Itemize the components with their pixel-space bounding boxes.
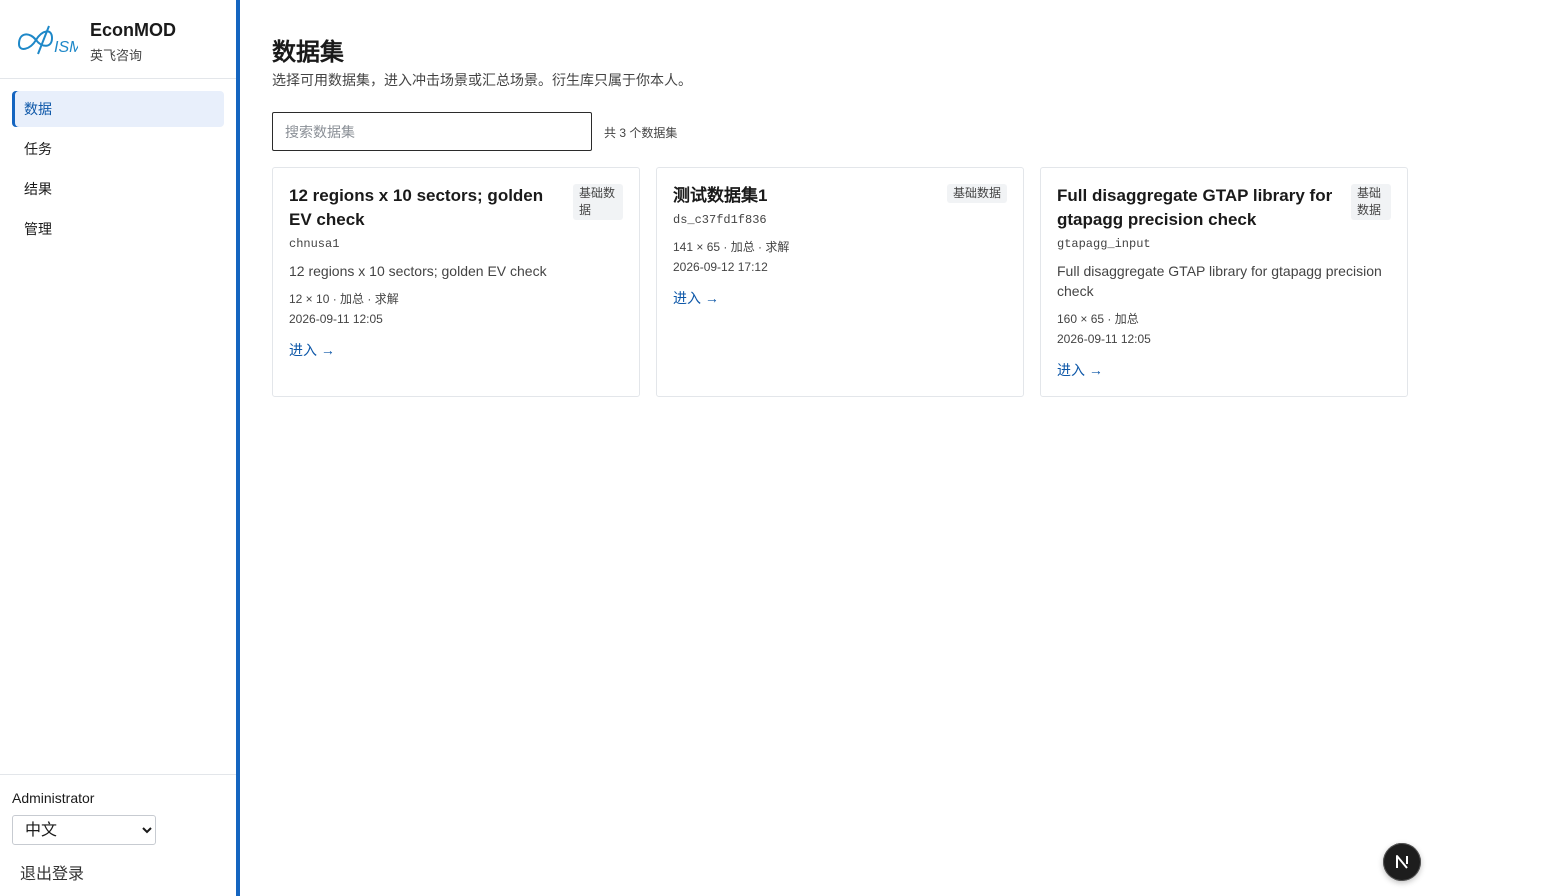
sidebar: ISM EconMOD 英飞咨询 数据 任务 结果 管理 Administrat… [0,0,236,896]
dataset-meta: 141 × 65 · 加总 · 求解 [673,240,790,254]
dataset-date: 2026-09-11 12:05 [1057,332,1151,346]
sidebar-item-data[interactable]: 数据 [12,91,224,127]
app-root: ISM EconMOD 英飞咨询 数据 任务 结果 管理 Administrat… [0,0,1560,896]
dataset-type-badge: 基础数据 [573,184,623,220]
sidebar-item-admin[interactable]: 管理 [12,211,224,247]
dataset-id: chnusa1 [289,237,340,251]
current-user: Administrator [12,790,95,806]
dataset-date: 2026-09-12 17:12 [673,260,768,274]
enter-dataset-link[interactable]: 进入 → [289,340,335,360]
dataset-list: 12 regions x 10 sectors; golden EV check… [272,167,1408,397]
sidebar-item-results[interactable]: 结果 [12,171,224,207]
brand-header: ISM EconMOD 英飞咨询 [0,0,236,79]
app-name: EconMOD [90,20,177,40]
dataset-id: ds_c37fd1f836 [673,213,767,227]
dataset-card: 测试数据集1 基础数据 ds_c37fd1f836 141 × 65 · 加总 … [656,167,1024,397]
sidebar-item-label: 数据 [24,101,52,117]
dataset-card: Full disaggregate GTAP library for gtapa… [1040,167,1408,397]
nextjs-icon [1396,855,1408,869]
dataset-title: 测试数据集1 [673,186,768,205]
dataset-id: gtapagg_input [1057,237,1151,251]
enter-dataset-link[interactable]: 进入 → [673,288,719,308]
sidebar-footer: Administrator 中文 退出登录 [0,774,236,896]
logout-button[interactable]: 退出登录 [20,860,84,884]
sidebar-item-label: 管理 [24,221,52,237]
dataset-type-badge: 基础数据 [946,184,1007,203]
logo-text: ISM [54,39,78,56]
dataset-description: 12 regions x 10 sectors; golden EV check [289,263,547,279]
page-title: 数据集 [272,39,344,66]
dataset-count: 共 3 个数据集 [604,126,678,140]
dataset-card: 12 regions x 10 sectors; golden EV check… [272,167,640,397]
dataset-description: Full disaggregate GTAP library for gtapa… [1057,263,1382,299]
sidebar-item-label: 结果 [24,181,52,197]
sidebar-nav: 数据 任务 结果 管理 [12,91,224,251]
dataset-title: 12 regions x 10 sectors; golden EV check [289,186,544,229]
dataset-type-badge: 基础数据 [1351,184,1391,220]
main-content: 数据集 选择可用数据集，进入冲击场景或汇总场景。衍生库只属于你本人。 共 3 个… [240,0,1560,896]
dataset-date: 2026-09-11 12:05 [289,312,383,326]
sidebar-item-label: 任务 [24,141,52,157]
nextjs-dev-button[interactable] [1383,843,1421,881]
ism-logo-icon: ISM [17,25,78,56]
dataset-title: Full disaggregate GTAP library for gtapa… [1057,186,1333,229]
enter-dataset-link[interactable]: 进入 → [1057,360,1103,380]
page-subtitle: 选择可用数据集，进入冲击场景或汇总场景。衍生库只属于你本人。 [272,72,692,88]
dataset-meta: 160 × 65 · 加总 [1057,312,1139,326]
sidebar-item-tasks[interactable]: 任务 [12,131,224,167]
search-input[interactable] [272,112,592,151]
dataset-meta: 12 × 10 · 加总 · 求解 [289,292,399,306]
company-name: 英飞咨询 [90,48,143,63]
language-select[interactable]: 中文 [12,815,156,845]
